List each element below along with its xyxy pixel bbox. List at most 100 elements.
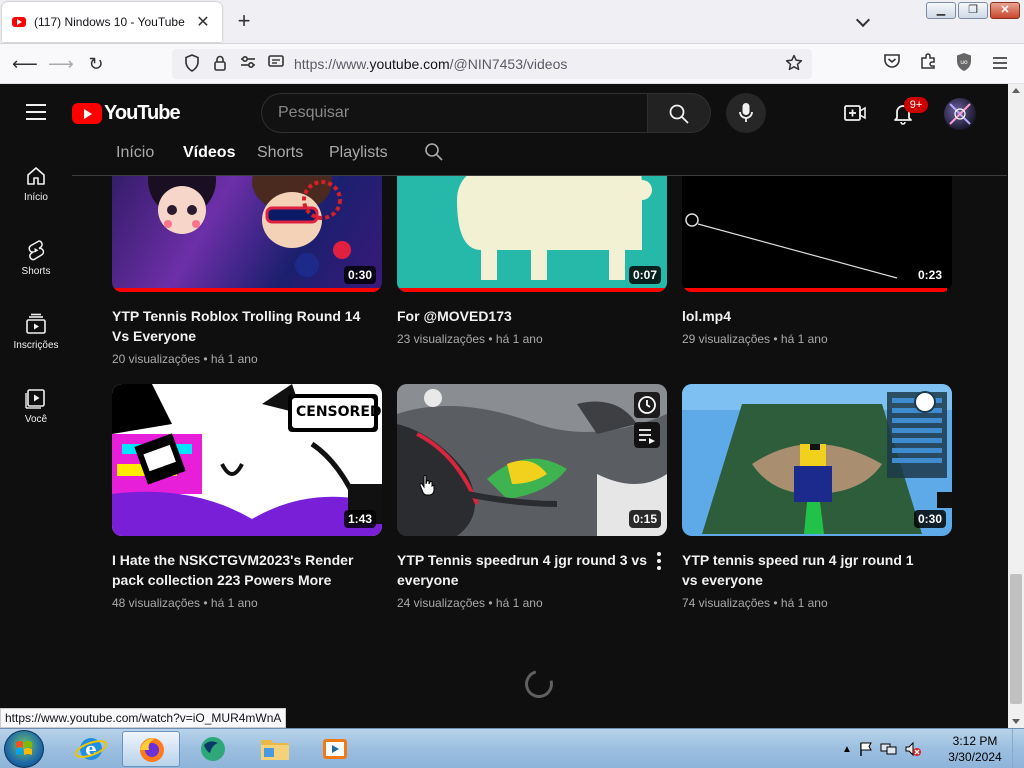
video-title[interactable]: lol.mp4 bbox=[682, 306, 932, 326]
video-thumbnail[interactable]: 0:30 bbox=[682, 384, 952, 536]
minimize-icon[interactable]: ▁ bbox=[926, 2, 956, 19]
start-button[interactable] bbox=[4, 730, 44, 768]
scroll-thumb[interactable] bbox=[1010, 574, 1022, 704]
tab-title: (117) Nindows 10 - YouTube bbox=[34, 15, 185, 29]
video-title[interactable]: For @MOVED173 bbox=[397, 306, 647, 326]
video-thumbnail[interactable]: 0:23 bbox=[682, 176, 952, 292]
reload-icon[interactable]: ↻ bbox=[84, 52, 108, 76]
show-desktop-button[interactable] bbox=[1012, 729, 1024, 768]
video-duration: 0:15 bbox=[628, 510, 661, 528]
shorts-icon bbox=[28, 240, 45, 261]
browser-nav-bar: ⟵ ⟶ ↻ https://www.youtube.com/@NIN7453/v… bbox=[0, 44, 1024, 84]
video-title[interactable]: YTP Tennis Roblox Trolling Round 14 Vs E… bbox=[112, 306, 362, 346]
internet-explorer-icon: e bbox=[74, 738, 108, 760]
video-thumbnail[interactable]: 0:30 bbox=[112, 176, 382, 292]
subscriptions-icon bbox=[26, 313, 46, 334]
folder-icon bbox=[261, 740, 289, 760]
permissions-icon[interactable] bbox=[238, 54, 258, 74]
reader-view-icon[interactable] bbox=[266, 54, 286, 74]
channel-search-icon[interactable] bbox=[424, 142, 444, 162]
video-thumbnail[interactable]: 0:15 bbox=[397, 384, 667, 536]
pocket-icon[interactable] bbox=[880, 52, 904, 76]
video-title[interactable]: YTP tennis speed run 4 jgr round 1 vs ev… bbox=[682, 550, 932, 590]
scroll-up-arrow-icon[interactable] bbox=[1012, 88, 1020, 93]
guide-menu-icon[interactable] bbox=[26, 104, 46, 120]
add-to-queue-icon[interactable] bbox=[634, 422, 660, 448]
maximize-icon[interactable]: ❐ bbox=[958, 2, 988, 19]
extensions-icon[interactable] bbox=[916, 52, 940, 76]
watch-progress-bar bbox=[397, 288, 667, 292]
window-close-icon[interactable]: ✕ bbox=[990, 2, 1020, 19]
forward-icon[interactable]: ⟶ bbox=[48, 52, 74, 76]
youtube-play-logo-icon bbox=[72, 102, 102, 124]
voice-search-button[interactable] bbox=[726, 93, 766, 133]
rail-item-home[interactable]: Início bbox=[0, 150, 72, 214]
tab-videos[interactable]: Vídeos bbox=[183, 144, 236, 177]
bookmark-star-icon[interactable] bbox=[784, 54, 804, 74]
video-thumbnail[interactable]: 0:07 bbox=[397, 176, 667, 292]
list-all-tabs-icon[interactable] bbox=[852, 10, 876, 34]
tab-close-icon[interactable]: ✕ bbox=[194, 12, 212, 32]
taskbar-clock[interactable]: 3:12 PM 3/30/2024 bbox=[940, 733, 1010, 765]
thumbnail-art bbox=[685, 213, 898, 279]
video-thumbnail[interactable]: CENSORED 1:43 bbox=[112, 384, 382, 536]
search-input[interactable] bbox=[278, 94, 618, 132]
tab-playlists[interactable]: Playlists bbox=[329, 144, 388, 178]
watch-progress-bar bbox=[112, 288, 382, 292]
tracking-shield-icon[interactable] bbox=[182, 54, 202, 74]
rail-item-shorts[interactable]: Shorts bbox=[0, 224, 72, 288]
video-meta: 74 visualizações • há 1 ano bbox=[682, 596, 828, 610]
video-card[interactable]: 0:30 YTP tennis speed run 4 jgr round 1 … bbox=[682, 384, 952, 610]
show-hidden-icons-icon[interactable]: ▲ bbox=[842, 744, 852, 755]
video-title[interactable]: YTP Tennis speedrun 4 jgr round 3 vs eve… bbox=[397, 550, 647, 590]
page-scrollbar[interactable] bbox=[1008, 84, 1024, 728]
action-center-flag-icon[interactable] bbox=[858, 741, 874, 757]
lock-icon[interactable] bbox=[210, 54, 230, 74]
rail-label: Shorts bbox=[21, 266, 51, 277]
taskbar-internet-explorer[interactable]: e bbox=[62, 731, 120, 767]
more-actions-icon[interactable] bbox=[656, 552, 662, 572]
firefox-icon bbox=[140, 738, 164, 762]
volume-muted-icon[interactable] bbox=[904, 741, 922, 757]
back-icon[interactable]: ⟵ bbox=[12, 52, 38, 76]
video-card[interactable]: 0:23 lol.mp4 29 visualizações • há 1 ano bbox=[682, 176, 952, 346]
youtube-logo[interactable]: YouTube bbox=[72, 101, 181, 124]
youtube-logo-text: YouTube bbox=[104, 101, 181, 124]
video-grid: 0:30 YTP Tennis Roblox Trolling Round 14… bbox=[72, 176, 1008, 728]
video-card[interactable]: 0:30 YTP Tennis Roblox Trolling Round 14… bbox=[112, 176, 382, 366]
url-bar[interactable]: https://www.youtube.com/@NIN7453/videos bbox=[172, 49, 812, 79]
video-duration: 0:07 bbox=[628, 266, 661, 284]
youtube-favicon-icon bbox=[12, 17, 26, 27]
taskbar-file-explorer[interactable] bbox=[246, 731, 304, 767]
tab-home[interactable]: Início bbox=[116, 144, 154, 178]
video-title[interactable]: I Hate the NSKCTGVM2023's Render pack co… bbox=[112, 550, 362, 590]
scroll-down-arrow-icon[interactable] bbox=[1012, 719, 1020, 724]
video-meta: 23 visualizações • há 1 ano bbox=[397, 332, 543, 346]
video-card[interactable]: 0:15 YTP Tennis speedrun 4 jgr round 3 v… bbox=[397, 384, 667, 610]
watch-progress-bar bbox=[682, 288, 947, 292]
menu-hamburger-icon[interactable] bbox=[988, 52, 1012, 76]
browser-tab[interactable]: (117) Nindows 10 - YouTube ✕ bbox=[2, 2, 222, 42]
search-box[interactable] bbox=[261, 93, 647, 133]
network-icon[interactable] bbox=[880, 741, 898, 757]
link-status-bar: https://www.youtube.com/watch?v=iO_MUR4m… bbox=[0, 708, 287, 728]
taskbar-media-player[interactable] bbox=[306, 731, 364, 767]
watch-later-icon[interactable] bbox=[634, 392, 660, 418]
rail-label: Início bbox=[24, 192, 48, 203]
create-video-icon[interactable] bbox=[843, 101, 867, 125]
new-tab-icon[interactable]: + bbox=[232, 9, 256, 33]
search-button[interactable] bbox=[647, 93, 711, 133]
video-card[interactable]: 0:07 For @MOVED173 23 visualizações • há… bbox=[397, 176, 667, 346]
tab-shorts[interactable]: Shorts bbox=[257, 144, 303, 178]
taskbar-app-green[interactable] bbox=[182, 731, 240, 767]
windows-taskbar: e ▲ 3:12 PM 3/30/2024 bbox=[0, 728, 1024, 768]
taskbar-firefox[interactable] bbox=[122, 731, 180, 767]
url-text[interactable]: https://www.youtube.com/@NIN7453/videos bbox=[294, 56, 567, 72]
ublock-shield-icon[interactable]: uo bbox=[952, 52, 976, 76]
video-card[interactable]: CENSORED 1:43 I Hate the NSKCTGVM2023's … bbox=[112, 384, 382, 610]
account-avatar[interactable] bbox=[944, 98, 976, 130]
browser-tab-bar: (117) Nindows 10 - YouTube ✕ + ▁ ❐ ✕ bbox=[0, 0, 1024, 44]
svg-text:uo: uo bbox=[960, 59, 968, 66]
rail-item-subscriptions[interactable]: Inscrições bbox=[0, 298, 72, 362]
rail-item-you[interactable]: Você bbox=[0, 372, 72, 436]
